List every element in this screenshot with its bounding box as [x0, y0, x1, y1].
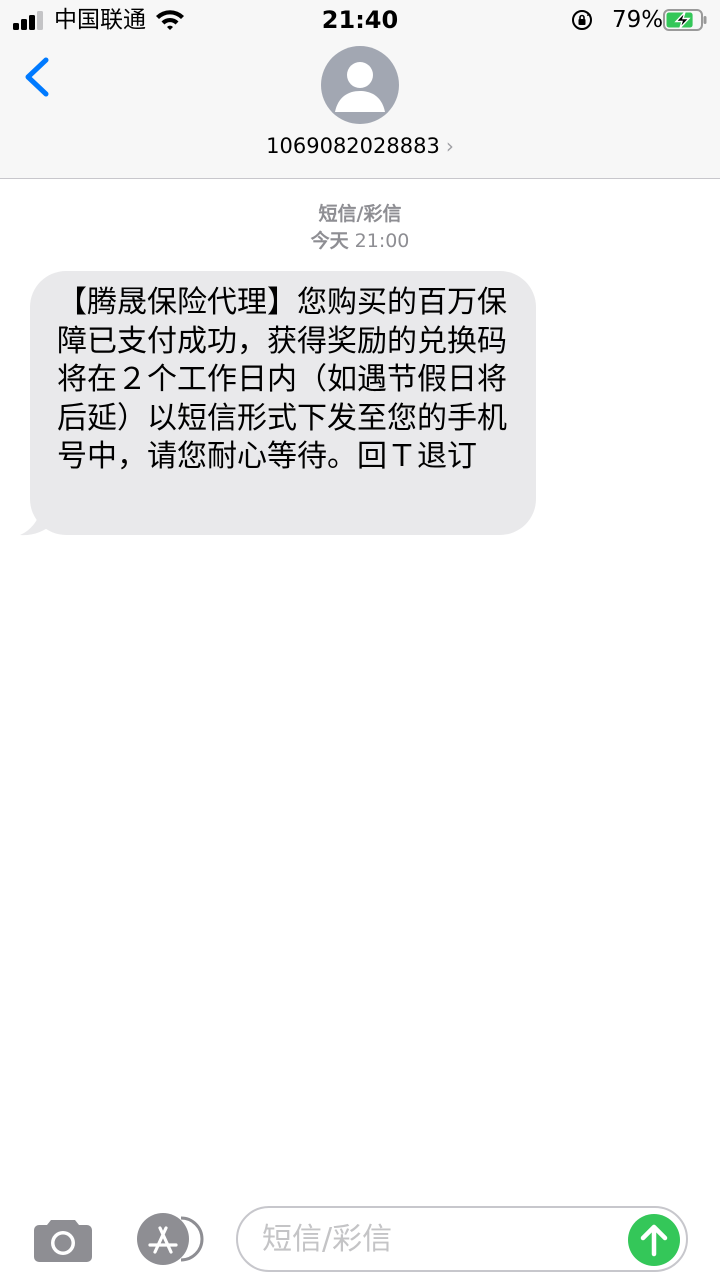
send-button[interactable] — [628, 1214, 680, 1266]
camera-icon[interactable] — [33, 1216, 93, 1262]
contact-info-button[interactable]: 1069082028883 › — [0, 131, 720, 161]
person-silhouette-icon — [335, 62, 385, 112]
timestamp-day: 今天 — [310, 230, 349, 252]
app-store-icon[interactable] — [133, 1213, 207, 1265]
back-chevron-icon[interactable] — [20, 56, 54, 98]
message-input[interactable]: 短信/彩信 — [236, 1206, 688, 1272]
battery-percent: 79% — [612, 7, 664, 33]
status-bar: 中国联通 21:40 79% — [0, 0, 720, 40]
timestamp-time: 21:00 — [354, 230, 410, 252]
rotation-lock-icon — [572, 10, 592, 30]
nav-header: 中国联通 21:40 79% 1069082028883 › — [0, 0, 720, 179]
message-text: 【腾晟保险代理】您购买的百万保障已支付成功，获得奖励的兑换码将在２个工作日内（如… — [57, 285, 507, 474]
chevron-right-icon: › — [445, 134, 454, 158]
message-input-placeholder: 短信/彩信 — [262, 1222, 393, 1257]
message-timestamp: 今天 21:00 — [0, 228, 720, 254]
arrow-up-icon — [640, 1224, 668, 1257]
contact-avatar[interactable] — [321, 46, 399, 124]
message-type-label: 短信/彩信 — [318, 203, 402, 225]
contact-number: 1069082028883 — [266, 134, 440, 158]
battery-charging-icon — [663, 9, 707, 31]
